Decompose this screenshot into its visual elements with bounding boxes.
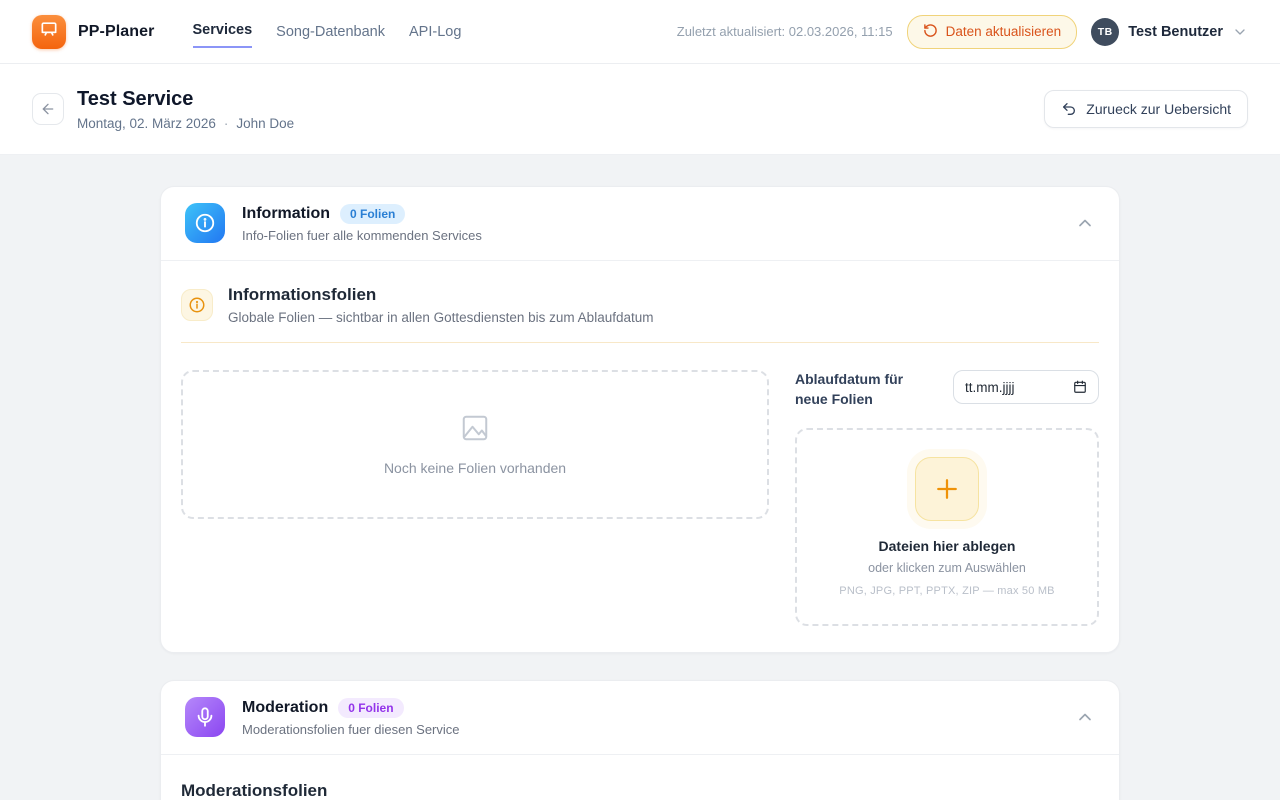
image-placeholder-icon	[460, 413, 490, 448]
undo-arrow-icon	[1061, 101, 1077, 117]
back-button[interactable]	[32, 93, 64, 125]
service-author: John Doe	[236, 116, 294, 131]
service-date: Montag, 02. März 2026	[77, 116, 216, 131]
main-content: Information 0 Folien Info-Folien fuer al…	[0, 155, 1280, 800]
informationsfolien-heading: Informationsfolien	[228, 285, 653, 305]
moderation-folien-badge: 0 Folien	[338, 698, 403, 718]
presentation-icon	[39, 19, 59, 44]
user-menu[interactable]: TB Test Benutzer	[1091, 18, 1248, 46]
refresh-button-label: Daten aktualisieren	[946, 24, 1062, 39]
moderation-card-title: Moderation	[242, 699, 328, 717]
file-dropzone[interactable]: Dateien hier ablegen oder klicken zum Au…	[795, 428, 1099, 626]
information-card: Information 0 Folien Info-Folien fuer al…	[160, 186, 1120, 653]
user-name: Test Benutzer	[1128, 24, 1223, 40]
avatar: TB	[1091, 18, 1119, 46]
info-circle-icon	[185, 203, 225, 243]
meta-separator: ·	[224, 116, 229, 131]
topbar: PP-Planer Services Song-Datenbank API-Lo…	[0, 0, 1280, 64]
refresh-icon	[923, 23, 938, 41]
plus-icon	[915, 457, 979, 521]
amber-divider	[181, 342, 1099, 343]
last-updated-text: Zuletzt aktualisiert: 02.03.2026, 11:15	[677, 24, 893, 39]
brand-name: PP-Planer	[78, 23, 155, 41]
app-logo	[32, 15, 66, 49]
date-input-placeholder: tt.mm.jjjj	[965, 380, 1015, 395]
chevron-down-icon	[1232, 24, 1248, 40]
moderation-card-header[interactable]: Moderation 0 Folien Moderationsfolien fu…	[161, 681, 1119, 754]
information-card-subtitle: Info-Folien fuer alle kommenden Services	[242, 228, 482, 243]
moderation-card-subtitle: Moderationsfolien fuer diesen Service	[242, 722, 460, 737]
expiry-date-label: Ablaufdatum für neue Folien	[795, 370, 937, 409]
moderation-card: Moderation 0 Folien Moderationsfolien fu…	[160, 680, 1120, 800]
information-folien-badge: 0 Folien	[340, 204, 405, 224]
moderationsfolien-heading: Moderationsfolien	[181, 755, 1099, 800]
refresh-data-button[interactable]: Daten aktualisieren	[907, 15, 1078, 49]
nav-api-log[interactable]: API-Log	[409, 18, 461, 46]
info-circle-outline-icon	[181, 289, 213, 321]
microphone-icon	[185, 697, 225, 737]
information-card-title: Information	[242, 205, 330, 223]
nav-song-datenbank[interactable]: Song-Datenbank	[276, 18, 385, 46]
expiry-date-input[interactable]: tt.mm.jjjj	[953, 370, 1099, 404]
empty-state-text: Noch keine Folien vorhanden	[384, 460, 566, 476]
informationsfolien-description: Globale Folien — sichtbar in allen Gotte…	[228, 310, 653, 325]
slides-empty-state: Noch keine Folien vorhanden	[181, 370, 769, 519]
chevron-up-icon[interactable]	[1075, 213, 1095, 233]
page-title: Test Service	[77, 88, 294, 111]
page-header: Test Service Montag, 02. März 2026 · Joh…	[0, 64, 1280, 155]
upload-column: Ablaufdatum für neue Folien tt.mm.jjjj	[795, 370, 1099, 626]
main-nav: Services Song-Datenbank API-Log	[193, 16, 462, 48]
chevron-up-icon[interactable]	[1075, 707, 1095, 727]
dropzone-subtitle: oder klicken zum Auswählen	[868, 561, 1026, 575]
arrow-left-icon	[40, 101, 56, 117]
back-to-overview-label: Zurueck zur Uebersicht	[1086, 101, 1231, 117]
calendar-icon[interactable]	[1073, 380, 1087, 394]
dropzone-title: Dateien hier ablegen	[879, 538, 1016, 554]
dropzone-hint: PNG, JPG, PPT, PPTX, ZIP — max 50 MB	[839, 585, 1054, 597]
nav-services[interactable]: Services	[193, 16, 253, 48]
information-card-header[interactable]: Information 0 Folien Info-Folien fuer al…	[161, 187, 1119, 260]
back-to-overview-button[interactable]: Zurueck zur Uebersicht	[1044, 90, 1248, 128]
